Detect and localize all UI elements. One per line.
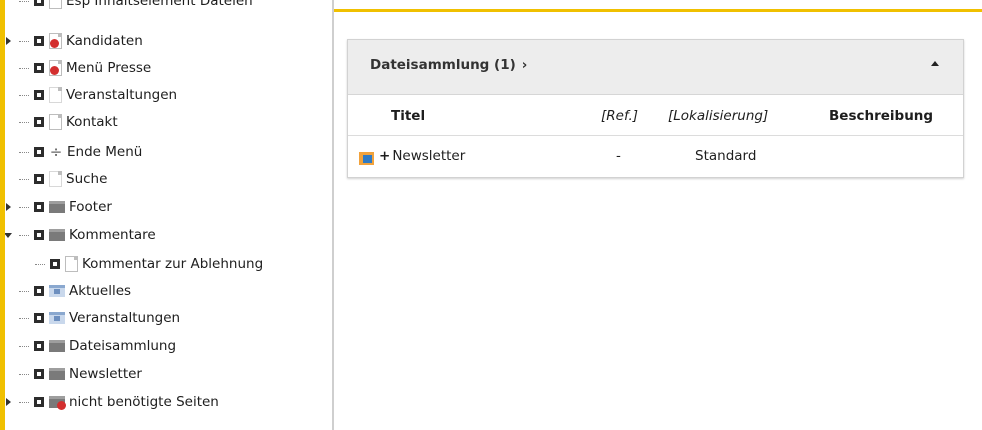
column-title[interactable]: Titel: [391, 108, 425, 124]
context-menu-icon[interactable]: [34, 90, 44, 100]
row-localization: Standard: [695, 148, 757, 164]
tree-item-aktuelles[interactable]: Aktuelles: [7, 278, 131, 304]
tree-item-label: Footer: [69, 199, 112, 215]
tree-item-dateisammlung[interactable]: Dateisammlung: [7, 333, 176, 359]
tree-item-kommentar-ablehnung[interactable]: Kommentar zur Ablehnung: [33, 251, 263, 277]
news-folder-icon: [49, 285, 65, 297]
tree-item-kommentare[interactable]: Kommentare: [5, 222, 156, 248]
expand-icon[interactable]: [6, 28, 17, 54]
tree-item-kontakt[interactable]: Kontakt: [7, 109, 118, 135]
page-icon: [49, 87, 62, 103]
context-menu-icon[interactable]: [34, 36, 44, 46]
news-folder-icon: [49, 312, 65, 324]
chevron-right-icon: ›: [521, 57, 528, 73]
table-header: Titel [Ref.] [Lokalisierung] Beschreibun…: [348, 95, 963, 136]
tree-item-label: nicht benötigte Seiten: [69, 394, 219, 410]
page-icon: [49, 114, 62, 130]
divider-icon: ÷: [49, 143, 63, 161]
folder-icon: [49, 201, 65, 213]
tree-item-menu-presse[interactable]: Menü Presse: [7, 55, 151, 81]
context-menu-icon[interactable]: [50, 259, 60, 269]
expand-icon[interactable]: [6, 194, 17, 220]
panel-header[interactable]: Dateisammlung (1) ›: [348, 40, 963, 95]
page-restricted-icon: [49, 60, 62, 76]
context-menu-icon[interactable]: [34, 117, 44, 127]
file-collection-panel: Dateisammlung (1) › Titel [Ref.] [Lokalis…: [347, 39, 964, 178]
tree-item-label: Newsletter: [69, 366, 142, 382]
tree-item-label: Dateisammlung: [69, 338, 177, 354]
context-menu-icon[interactable]: [34, 286, 44, 296]
tree-item-esp[interactable]: Esp Inhaltselement Dateien: [7, 0, 253, 14]
tree-item-label: Kommentar zur Ablehnung: [82, 256, 264, 272]
context-menu-icon[interactable]: [34, 174, 44, 184]
page-icon: [65, 256, 78, 272]
context-menu-icon[interactable]: [34, 63, 44, 73]
table-row[interactable]: + Newsletter - Standard: [348, 136, 963, 176]
context-menu-icon[interactable]: [34, 369, 44, 379]
tree-item-nicht-benoetigt[interactable]: nicht benötigte Seiten: [6, 389, 219, 415]
folder-icon: [49, 340, 65, 352]
tree-item-kandidaten[interactable]: Kandidaten: [6, 28, 143, 54]
column-localization: [Lokalisierung]: [668, 108, 769, 124]
page-icon: [49, 171, 62, 187]
tree-item-footer[interactable]: Footer: [6, 194, 112, 220]
tree-item-suche[interactable]: Suche: [7, 166, 107, 192]
plus-icon: +: [379, 148, 391, 164]
column-ref: [Ref.]: [601, 108, 639, 124]
context-menu-icon[interactable]: [34, 341, 44, 351]
tree-item-label: Kandidaten: [66, 33, 143, 49]
collapse-panel-button[interactable]: [931, 55, 939, 69]
tree-item-label: Veranstaltungen: [66, 87, 178, 103]
context-menu-icon[interactable]: [34, 147, 44, 157]
context-menu-icon[interactable]: [34, 397, 44, 407]
panel-title[interactable]: Dateisammlung (1) ›: [370, 57, 527, 73]
collapse-icon[interactable]: [5, 222, 17, 248]
tree-item-label: Veranstaltungen: [69, 310, 181, 326]
column-description: Beschreibung: [829, 108, 934, 124]
context-menu-icon[interactable]: [34, 313, 44, 323]
folder-icon: [49, 368, 65, 380]
expand-icon[interactable]: [6, 389, 17, 415]
tree-item-label: Kommentare: [69, 227, 156, 243]
folder-restricted-icon: [49, 396, 66, 410]
row-title[interactable]: + Newsletter: [379, 148, 465, 164]
tree-item-label: Aktuelles: [69, 283, 132, 299]
page-tree: Esp Inhaltselement Dateien Kandidaten Me…: [5, 0, 332, 430]
context-menu-icon[interactable]: [34, 202, 44, 212]
tree-item-label: Kontakt: [66, 114, 118, 130]
context-menu-icon[interactable]: [34, 230, 44, 240]
tree-item-label: Suche: [66, 171, 108, 187]
pane-splitter[interactable]: [332, 0, 334, 430]
page-restricted-icon: [49, 33, 62, 49]
file-collection-icon: [359, 152, 374, 165]
folder-icon: [49, 229, 65, 241]
context-menu-icon[interactable]: [34, 0, 44, 6]
row-ref: -: [616, 148, 621, 164]
page-icon: [49, 0, 62, 9]
tree-item-label: Esp Inhaltselement Dateien: [66, 0, 253, 9]
tree-item-label: Ende Menü: [67, 144, 143, 160]
tree-item-veranstaltungen[interactable]: Veranstaltungen: [7, 82, 177, 108]
top-accent-line: [334, 9, 982, 12]
tree-item-newsletter[interactable]: Newsletter: [7, 361, 142, 387]
tree-item-label: Menü Presse: [66, 60, 152, 76]
tree-item-veranstaltungen-news[interactable]: Veranstaltungen: [7, 305, 180, 331]
tree-item-ende-menu[interactable]: ÷ Ende Menü: [7, 139, 142, 165]
